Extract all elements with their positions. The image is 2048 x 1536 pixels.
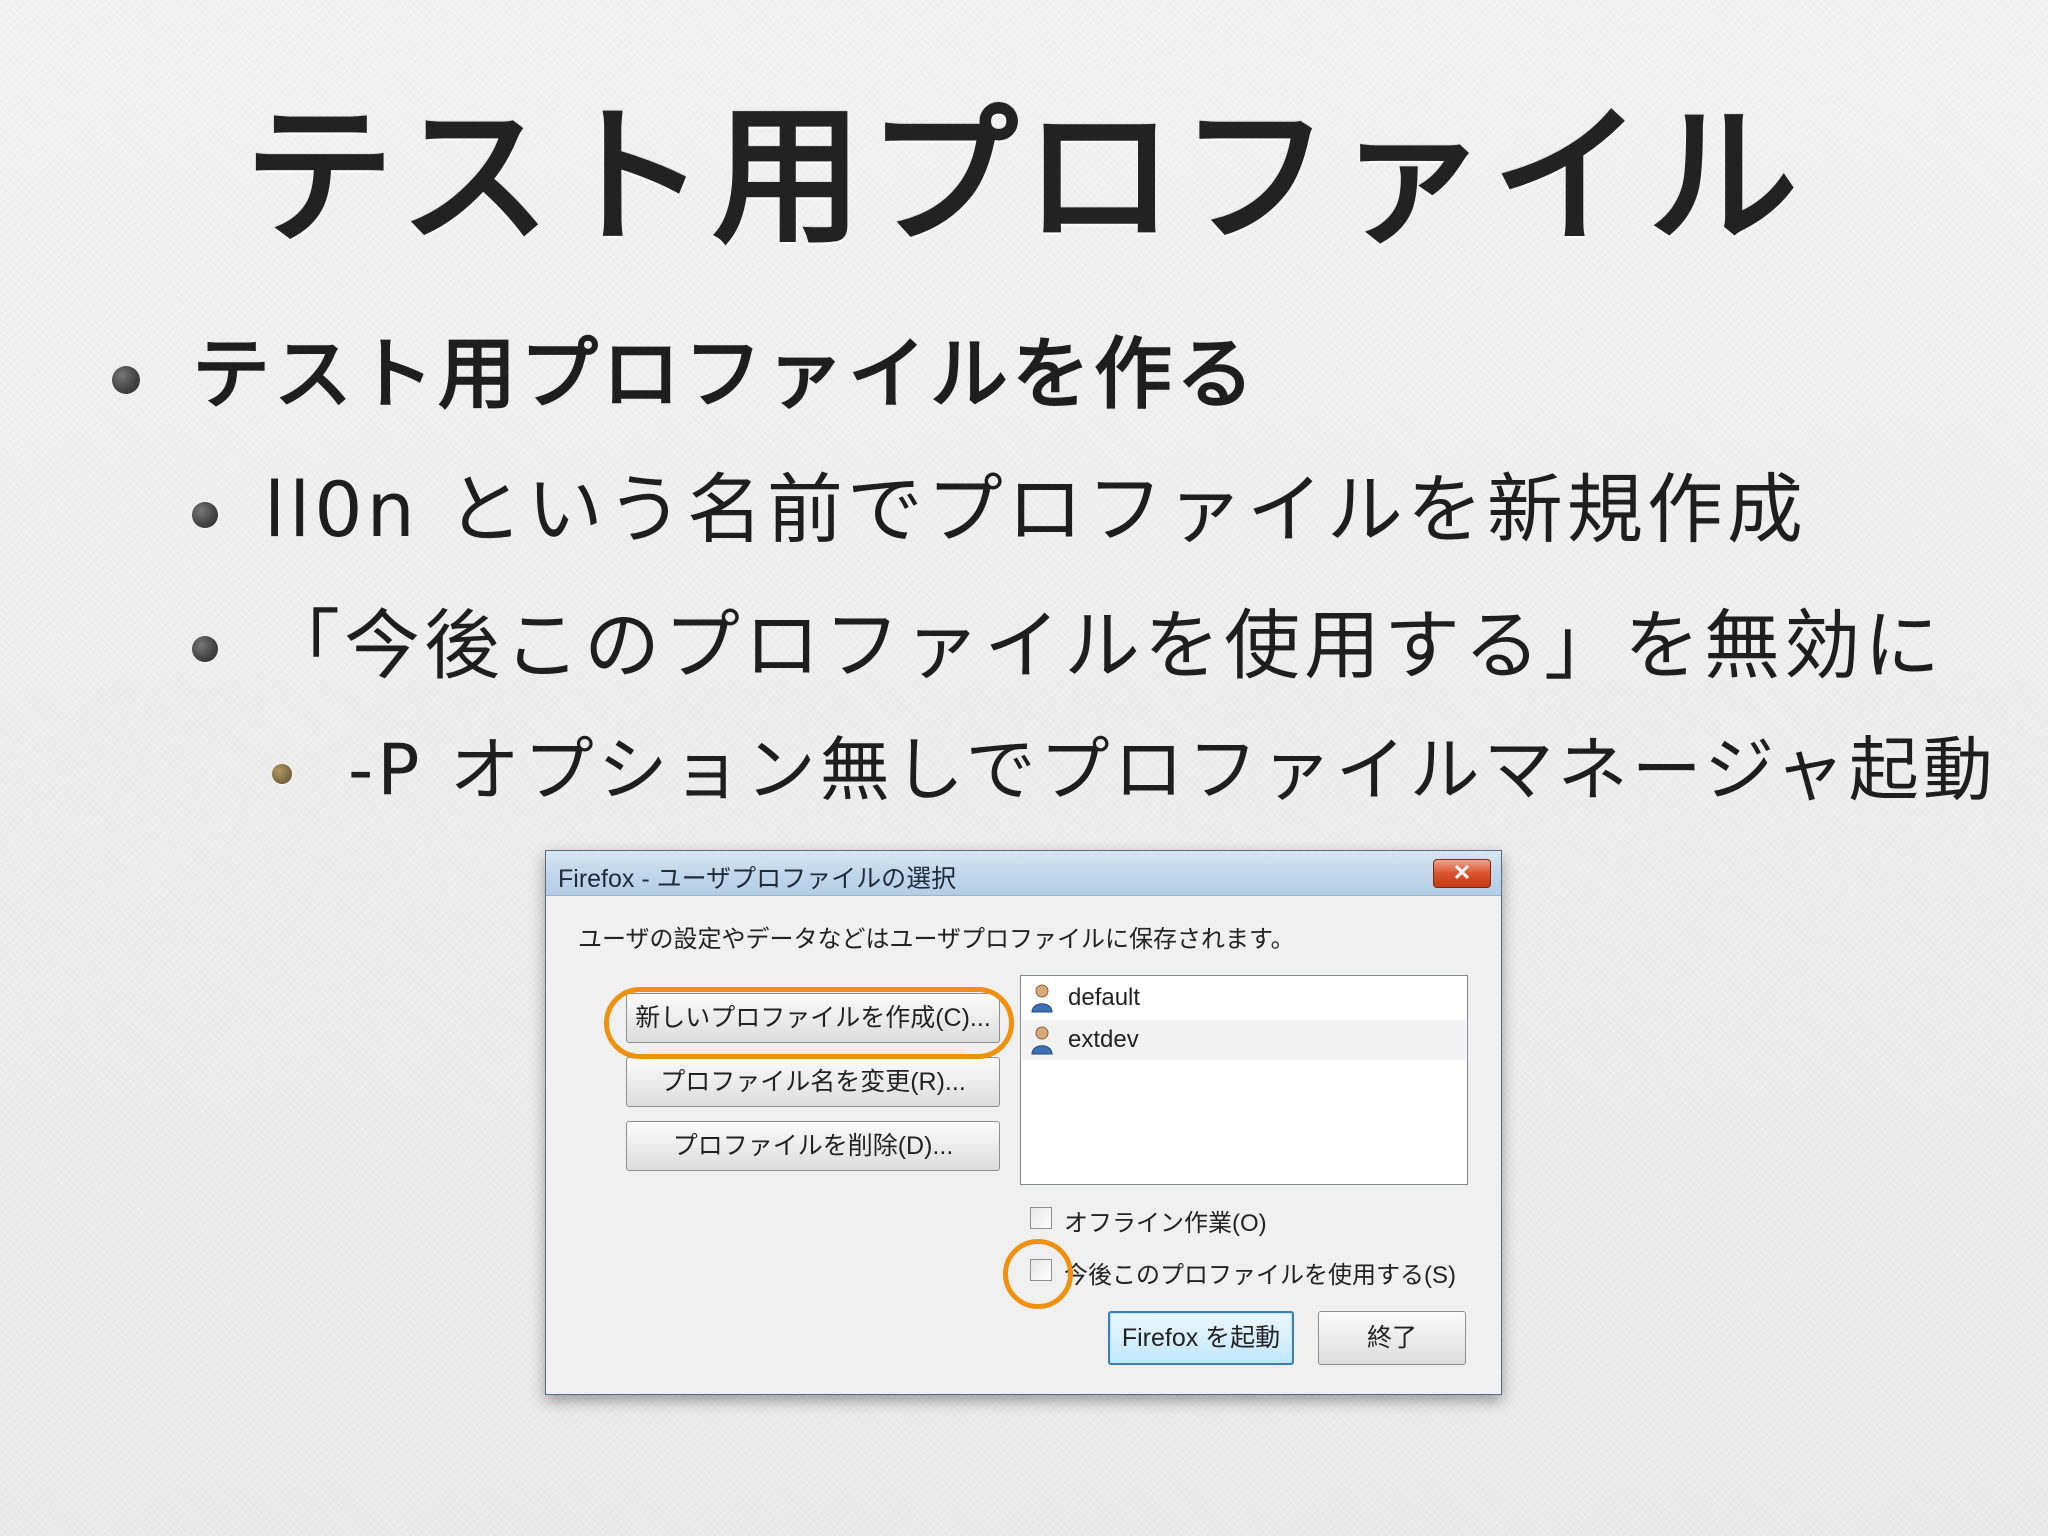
slide-title: テスト用プロファイル xyxy=(243,91,1804,265)
profile-list[interactable]: default extdev xyxy=(1020,975,1468,1185)
user-icon xyxy=(1031,984,1053,1013)
bullet-level1: テスト用プロファイルを作る xyxy=(192,330,1259,420)
highlight-ring-checkbox xyxy=(1003,1239,1073,1309)
exit-button[interactable]: 終了 xyxy=(1318,1311,1466,1365)
bullet-dot-icon xyxy=(192,636,218,662)
bullet-level3: -P オプション無しでプロファイルマネージャ起動 xyxy=(348,729,1997,811)
dialog-titlebar[interactable]: Firefox - ユーザプロファイルの選択 ✕ xyxy=(546,851,1501,896)
rename-profile-button[interactable]: プロファイル名を変更(R)... xyxy=(626,1057,1000,1107)
bullet-dot-icon xyxy=(272,764,292,784)
offline-checkbox[interactable] xyxy=(1030,1207,1052,1229)
dialog-title: Firefox - ユーザプロファイルの選択 xyxy=(558,865,957,893)
list-item[interactable]: extdev xyxy=(1022,1020,1466,1060)
profile-manager-dialog: Firefox - ユーザプロファイルの選択 ✕ ユーザの設定やデータなどはユー… xyxy=(545,850,1502,1395)
delete-profile-button[interactable]: プロファイルを削除(D)... xyxy=(626,1121,1000,1171)
highlight-ring-create xyxy=(604,987,1014,1059)
bullet-dot-icon xyxy=(112,366,140,394)
bullet-dot-icon xyxy=(192,502,218,528)
profile-name: default xyxy=(1068,984,1141,1011)
use-profile-checkbox-label: 今後このプロファイルを使用する(S) xyxy=(1064,1262,1456,1289)
bullet-level2: ll0n という名前でプロファイルを新規作成 xyxy=(264,465,1807,554)
user-icon xyxy=(1031,1026,1053,1055)
dialog-intro-text: ユーザの設定やデータなどはユーザプロファイルに保存されます。 xyxy=(578,926,1295,953)
bullet-level2: 「今後このプロファイルを使用する」を無効に xyxy=(264,601,1944,690)
start-firefox-button[interactable]: Firefox を起動 xyxy=(1108,1311,1294,1365)
profile-name: extdev xyxy=(1068,1026,1139,1053)
close-icon[interactable]: ✕ xyxy=(1433,859,1491,888)
offline-checkbox-label: オフライン作業(O) xyxy=(1064,1210,1267,1237)
list-item[interactable]: default xyxy=(1022,978,1466,1018)
